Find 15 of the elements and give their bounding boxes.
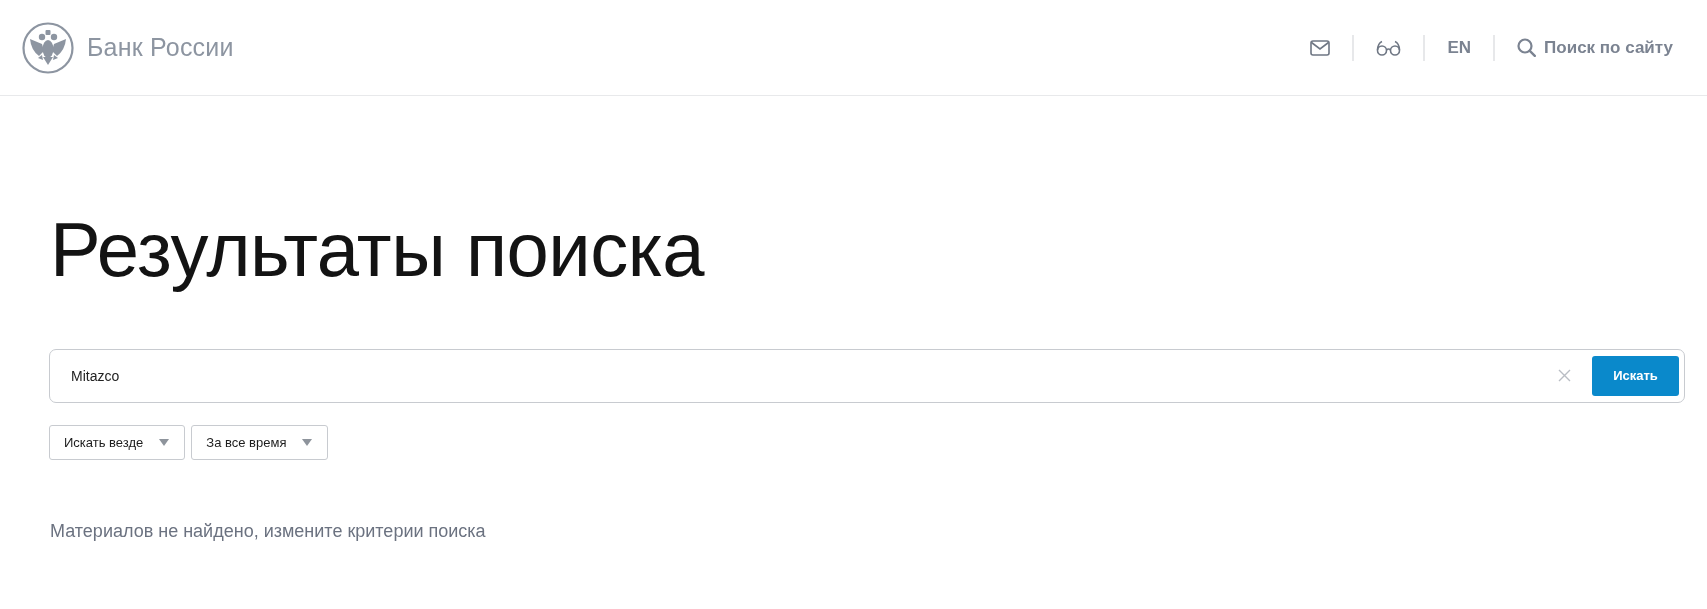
search-button[interactable]: Искать (1592, 355, 1679, 396)
search-icon (1517, 38, 1537, 57)
caret-icon (302, 438, 313, 446)
filter-dropdown[interactable]: За все время (191, 424, 329, 460)
search-field[interactable]: Mitazco Искать (49, 348, 1685, 403)
glasses-icon[interactable] (1376, 39, 1402, 56)
eagle-emblem-icon[interactable] (22, 21, 74, 74)
filter-dropdown[interactable]: Искать везде (49, 424, 186, 460)
logo-text[interactable]: Банк России (87, 33, 234, 62)
mail-icon[interactable] (1310, 39, 1331, 56)
language-link[interactable]: EN (1447, 37, 1472, 58)
no-results-message: Материалов не найдено, измените критерии поиска (50, 519, 487, 543)
caret-icon (159, 438, 170, 446)
page-title: Результаты поиска (50, 208, 706, 292)
search-link[interactable]: Поиск по сайту (1517, 37, 1673, 58)
